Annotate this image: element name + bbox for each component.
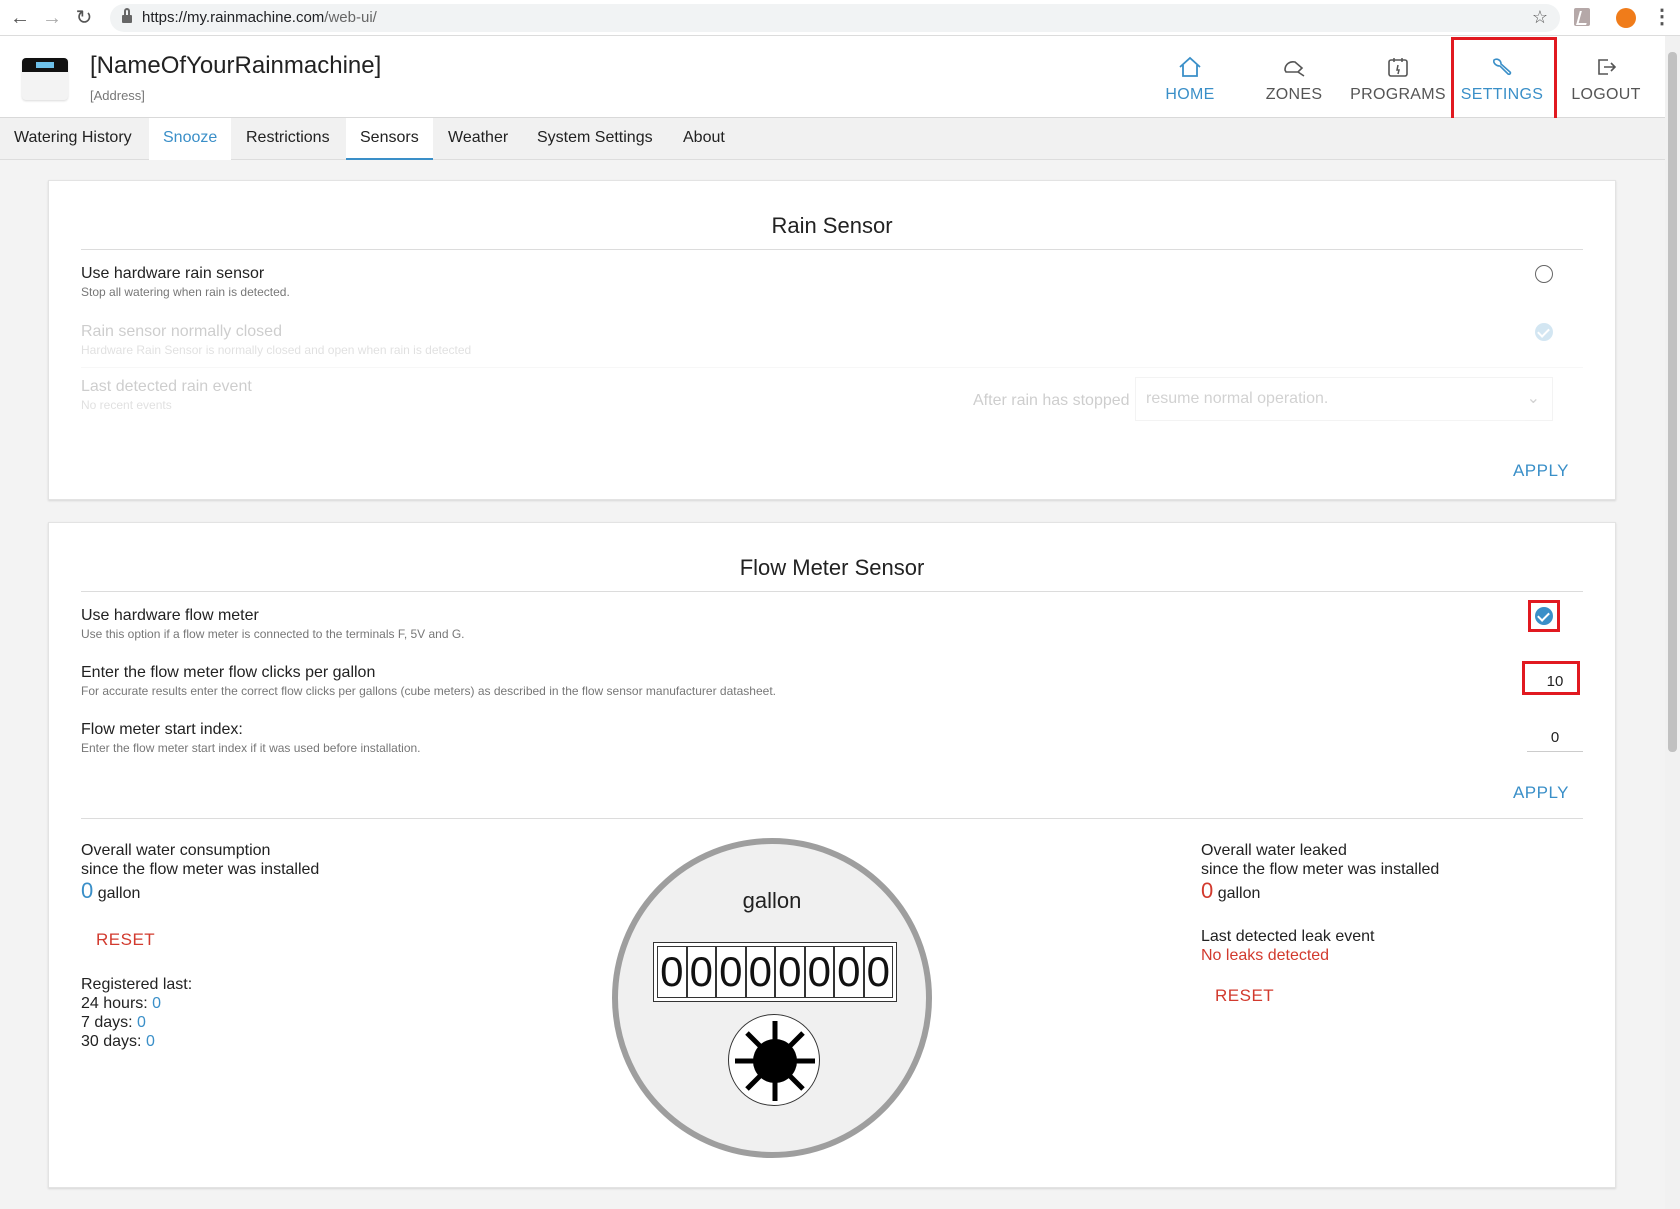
chevron-down-icon: ⌄ — [1526, 390, 1540, 407]
back-icon[interactable]: ← — [8, 6, 32, 30]
registered-24h: 24 hours: 0 — [81, 995, 162, 1012]
normally-closed-title: Rain sensor normally closed — [81, 323, 282, 340]
lock-icon — [122, 8, 132, 24]
consumption-value: 0 gallon — [81, 878, 141, 903]
profile-avatar[interactable] — [1616, 8, 1636, 28]
rain-sensor-title: Rain Sensor — [81, 213, 1583, 250]
normally-closed-desc: Hardware Rain Sensor is normally closed … — [81, 343, 472, 357]
meter-digit-counter: 0 0 0 0 0 0 0 0 — [653, 942, 897, 1002]
calendar-icon — [1388, 58, 1408, 77]
settings-subtabs: Watering History Snooze Restrictions Sen… — [0, 118, 1665, 160]
meter-digit: 0 — [863, 946, 893, 998]
gear-wheel-icon — [735, 1021, 815, 1101]
tab-snooze[interactable]: Snooze — [149, 118, 232, 160]
clicks-per-gallon-desc: For accurate results enter the correct f… — [81, 684, 776, 698]
rain-sensor-card: Rain Sensor Use hardware rain sensor Sto… — [48, 180, 1616, 500]
nav-zones[interactable]: ZONES — [1242, 36, 1346, 118]
forward-icon[interactable]: → — [40, 6, 64, 30]
meter-digit: 0 — [716, 946, 746, 998]
clicks-per-gallon-title: Enter the flow meter flow clicks per gal… — [81, 664, 376, 681]
logout-icon — [1598, 59, 1617, 75]
start-index-input[interactable] — [1527, 724, 1583, 752]
start-index-desc: Enter the flow meter start index if it w… — [81, 741, 421, 755]
tab-about[interactable]: About — [669, 118, 739, 160]
meter-wheel — [728, 1014, 820, 1106]
device-image — [22, 58, 68, 100]
tab-weather[interactable]: Weather — [434, 118, 522, 160]
meter-digit: 0 — [834, 946, 864, 998]
meter-digit: 0 — [657, 946, 687, 998]
meter-digit: 0 — [775, 946, 805, 998]
leak-reset-button[interactable]: RESET — [1215, 986, 1274, 1006]
consumption-reset-button[interactable]: RESET — [96, 930, 155, 950]
tab-system-settings[interactable]: System Settings — [523, 118, 667, 160]
use-hw-rain-radio[interactable] — [1535, 265, 1553, 283]
start-index-title: Flow meter start index: — [81, 721, 243, 738]
after-rain-select[interactable]: resume normal operation. ⌄ — [1135, 377, 1553, 421]
divider — [81, 818, 1583, 819]
use-hw-flow-desc: Use this option if a flow meter is conne… — [81, 627, 465, 641]
after-rain-label: After rain has stopped — [973, 392, 1130, 409]
flow-meter-title: Flow Meter Sensor — [81, 555, 1583, 592]
registered-last: Registered last: 24 hours: 0 7 days: 0 3… — [81, 976, 193, 1050]
meter-unit-label: gallon — [742, 888, 802, 913]
meter-digit: 0 — [686, 946, 716, 998]
leak-event: Last detected leak event No leaks detect… — [1201, 928, 1375, 964]
clicks-input-highlight-box — [1522, 661, 1580, 695]
browser-toolbar: ← → ↻ https://my.rainmachine.com/web-ui/… — [0, 0, 1680, 36]
meter-digit: 0 — [745, 946, 775, 998]
address-bar[interactable]: https://my.rainmachine.com/web-ui/ ☆ — [110, 4, 1560, 32]
normally-closed-checkbox[interactable] — [1535, 323, 1553, 341]
flow-apply-button[interactable]: APPLY — [1513, 783, 1569, 803]
nav-programs[interactable]: PROGRAMS — [1346, 36, 1450, 118]
home-icon — [1179, 56, 1201, 77]
registered-7d: 7 days: 0 — [81, 1014, 146, 1031]
device-address: [Address] — [90, 88, 145, 103]
meter-digit: 0 — [804, 946, 834, 998]
browser-menu-icon[interactable]: ⋮ — [1652, 4, 1672, 29]
device-name: [NameOfYourRainmachine] — [90, 52, 382, 79]
use-hw-rain-desc: Stop all watering when rain is detected. — [81, 285, 290, 299]
leaked-label: Overall water leaked since the flow mete… — [1201, 842, 1440, 878]
consumption-label: Overall water consumption since the flow… — [81, 842, 320, 878]
rain-apply-button[interactable]: APPLY — [1513, 461, 1569, 481]
flow-checkbox-highlight-box — [1528, 600, 1560, 632]
app-header: [NameOfYourRainmachine] [Address] HOME Z… — [0, 36, 1665, 121]
leaked-value: 0 gallon — [1201, 878, 1261, 903]
use-hw-rain-title: Use hardware rain sensor — [81, 265, 265, 282]
tab-watering-history[interactable]: Watering History — [0, 118, 146, 160]
bookmark-star-icon[interactable]: ☆ — [1532, 7, 1548, 28]
sprinkler-icon — [1284, 61, 1305, 77]
tab-restrictions[interactable]: Restrictions — [232, 118, 344, 160]
last-rain-event-desc: No recent events — [81, 398, 172, 412]
nav-logout[interactable]: LOGOUT — [1554, 36, 1658, 118]
water-meter-dial: gallon 0 0 0 0 0 0 0 0 — [612, 838, 932, 1158]
content-area: Rain Sensor Use hardware rain sensor Sto… — [0, 160, 1665, 1209]
scrollbar-thumb[interactable] — [1668, 52, 1677, 752]
tab-sensors[interactable]: Sensors — [346, 118, 433, 160]
use-hw-flow-title: Use hardware flow meter — [81, 607, 259, 624]
nav-home[interactable]: HOME — [1138, 36, 1242, 118]
url-text: https://my.rainmachine.com/web-ui/ — [142, 9, 377, 26]
last-rain-event-title: Last detected rain event — [81, 378, 252, 395]
divider — [81, 367, 1583, 368]
settings-highlight-box — [1451, 37, 1557, 121]
reload-icon[interactable]: ↻ — [72, 6, 96, 30]
registered-30d: 30 days: 0 — [81, 1033, 155, 1050]
pdf-extension-icon[interactable] — [1574, 8, 1590, 26]
scrollbar-track[interactable] — [1665, 36, 1680, 1209]
